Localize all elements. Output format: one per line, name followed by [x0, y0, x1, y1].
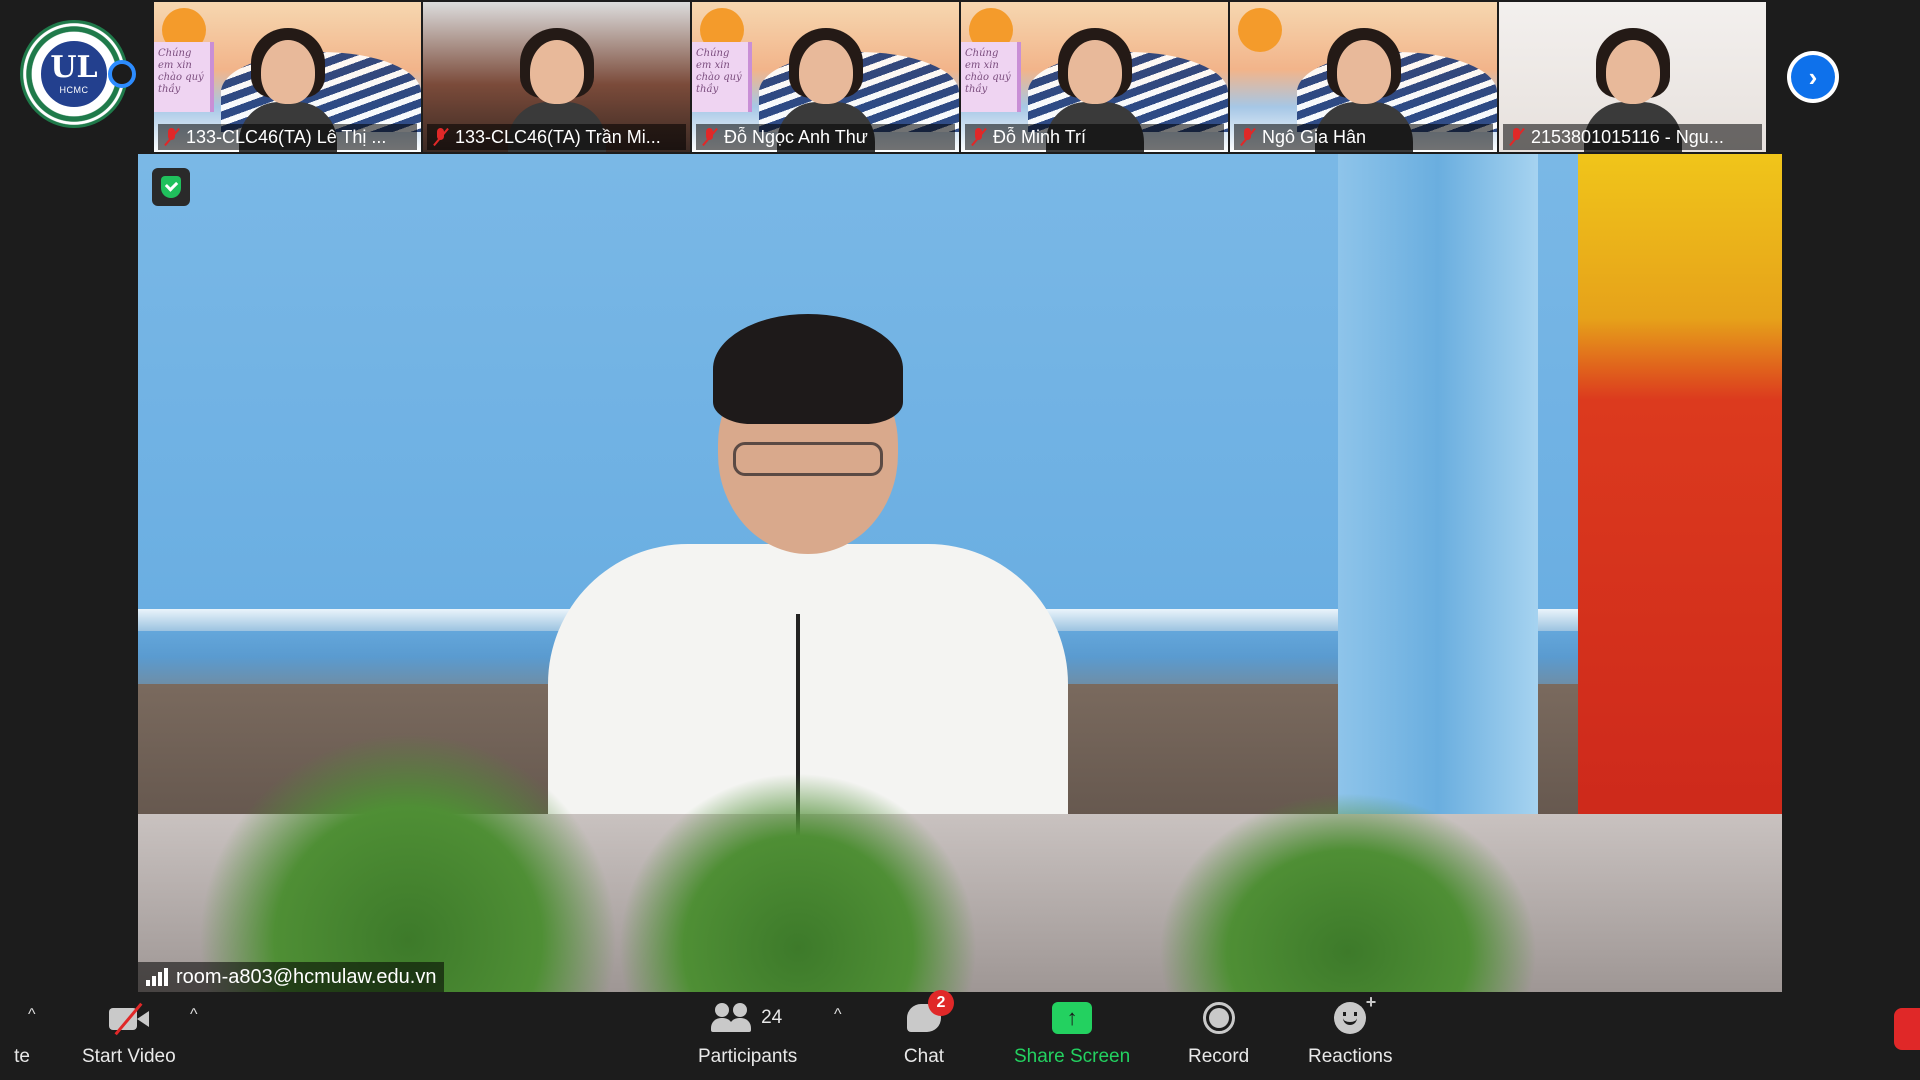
participant-tile[interactable]: 133-CLC46(TA) Trần Mi... [423, 2, 690, 152]
reactions-label: Reactions [1308, 1046, 1393, 1067]
participant-name-bar: 133-CLC46(TA) Lê Thị ... [158, 124, 417, 150]
participants-icon: 24 [703, 996, 793, 1040]
mic-muted-icon [702, 127, 718, 147]
audio-options-caret[interactable]: ^ [28, 1006, 36, 1024]
participant-tile[interactable]: Chúng em xin chào quý thầy 133-CLC46(TA) … [154, 2, 421, 152]
plant-left [198, 732, 618, 992]
mic-muted-icon [164, 127, 180, 147]
participant-tile[interactable]: Ngô Gia Hân [1230, 2, 1497, 152]
participant-name: 133-CLC46(TA) Trần Mi... [455, 126, 661, 147]
participant-tile[interactable]: Chúng em xin chào quý thầy Đỗ Minh Trí [961, 2, 1228, 152]
shield-check-icon[interactable] [152, 168, 190, 206]
share-screen-label: Share Screen [1014, 1046, 1131, 1067]
participant-tile[interactable]: 2153801015116 - Ngu... [1499, 2, 1766, 152]
active-speaker-video[interactable]: room-a803@hcmulaw.edu.vn [138, 154, 1782, 992]
participant-name-bar: 2153801015116 - Ngu... [1503, 124, 1762, 150]
reactions-button[interactable]: Reactions [1308, 992, 1393, 1068]
logo-inner: UL HCMC [38, 38, 110, 110]
participants-options-caret[interactable]: ^ [834, 1006, 842, 1024]
plant-center [618, 772, 978, 992]
end-meeting-button-partial[interactable] [1894, 1008, 1920, 1050]
participant-gallery-strip: Chúng em xin chào quý thầy 133-CLC46(TA) … [154, 2, 1766, 152]
share-screen-icon: ↑ [1048, 996, 1096, 1040]
room-name: room-a803@hcmulaw.edu.vn [176, 965, 437, 988]
chat-icon: 2 [900, 990, 954, 1040]
start-video-button[interactable]: Start Video [82, 996, 176, 1068]
greeting-card: Chúng em xin chào quý thầy [692, 42, 752, 112]
participant-name: Đỗ Minh Trí [993, 126, 1087, 147]
mute-icon-offscreen [0, 996, 46, 1040]
start-video-label: Start Video [82, 1046, 176, 1067]
greeting-card: Chúng em xin chào quý thầy [154, 42, 214, 112]
shield-glyph [161, 176, 181, 198]
record-icon [1195, 996, 1243, 1040]
participant-name-bar: Ngô Gia Hân [1234, 124, 1493, 150]
speaker-glasses [733, 442, 883, 476]
mic-muted-icon [1240, 127, 1256, 147]
gallery-next-button[interactable]: › [1787, 51, 1839, 103]
mic-muted-icon [433, 127, 449, 147]
mic-muted-icon [971, 127, 987, 147]
smiley-icon [1326, 992, 1376, 1040]
greeting-card-text: Chúng em xin chào quý thầy [158, 48, 204, 95]
chevron-right-icon: › [1791, 55, 1835, 99]
sun-graphic [1238, 8, 1282, 52]
participant-name: 133-CLC46(TA) Lê Thị ... [186, 126, 387, 147]
share-screen-button[interactable]: ↑ Share Screen [1014, 996, 1130, 1068]
speaker-name-label: room-a803@hcmulaw.edu.vn [138, 962, 445, 992]
participant-name: Đỗ Ngọc Anh Thư [724, 126, 868, 147]
greeting-card-text: Chúng em xin chào quý thầy [965, 48, 1011, 95]
record-label: Record [1188, 1046, 1250, 1067]
blue-flag [1338, 154, 1538, 854]
mute-label-partial: te [14, 1046, 30, 1067]
participant-name: 2153801015116 - Ngu... [1531, 126, 1724, 147]
participant-tile[interactable]: Chúng em xin chào quý thầy Đỗ Ngọc Anh Th… [692, 2, 959, 152]
logo-text: HCMC [59, 85, 89, 95]
plant-right [1158, 792, 1538, 992]
participant-name-bar: Đỗ Minh Trí [965, 124, 1224, 150]
participants-button[interactable]: 24 Participants [698, 996, 797, 1068]
participant-name-bar: 133-CLC46(TA) Trần Mi... [427, 124, 686, 150]
logo-mark: UL [50, 50, 98, 85]
participant-name: Ngô Gia Hân [1262, 126, 1367, 147]
greeting-card-text: Chúng em xin chào quý thầy [696, 48, 742, 95]
chat-unread-badge: 2 [928, 990, 954, 1016]
chat-label: Chat [903, 1046, 945, 1067]
participants-count: 24 [761, 1007, 783, 1028]
participant-name-bar: Đỗ Ngọc Anh Thư [696, 124, 955, 150]
participants-label: Participants [698, 1046, 798, 1067]
chat-button[interactable]: 2 Chat [900, 990, 954, 1068]
zoom-meeting-window: UL HCMC Chúng em xin chào quý thầy 133-CL… [0, 0, 1920, 1080]
university-logo: UL HCMC [20, 20, 136, 128]
greeting-card: Chúng em xin chào quý thầy [961, 42, 1021, 112]
video-options-caret[interactable]: ^ [190, 1006, 198, 1024]
mic-muted-icon [1509, 127, 1525, 147]
meeting-toolbar: te ^ Start Video ^ 24 Participants ^ 2 C… [0, 990, 1920, 1080]
record-button[interactable]: Record [1188, 996, 1249, 1068]
logo-ring-decoration [108, 60, 136, 88]
speaker-hair [713, 314, 903, 424]
video-off-icon [105, 996, 153, 1040]
mute-button-partial[interactable]: te [0, 996, 46, 1068]
connection-signal-icon [146, 968, 168, 986]
